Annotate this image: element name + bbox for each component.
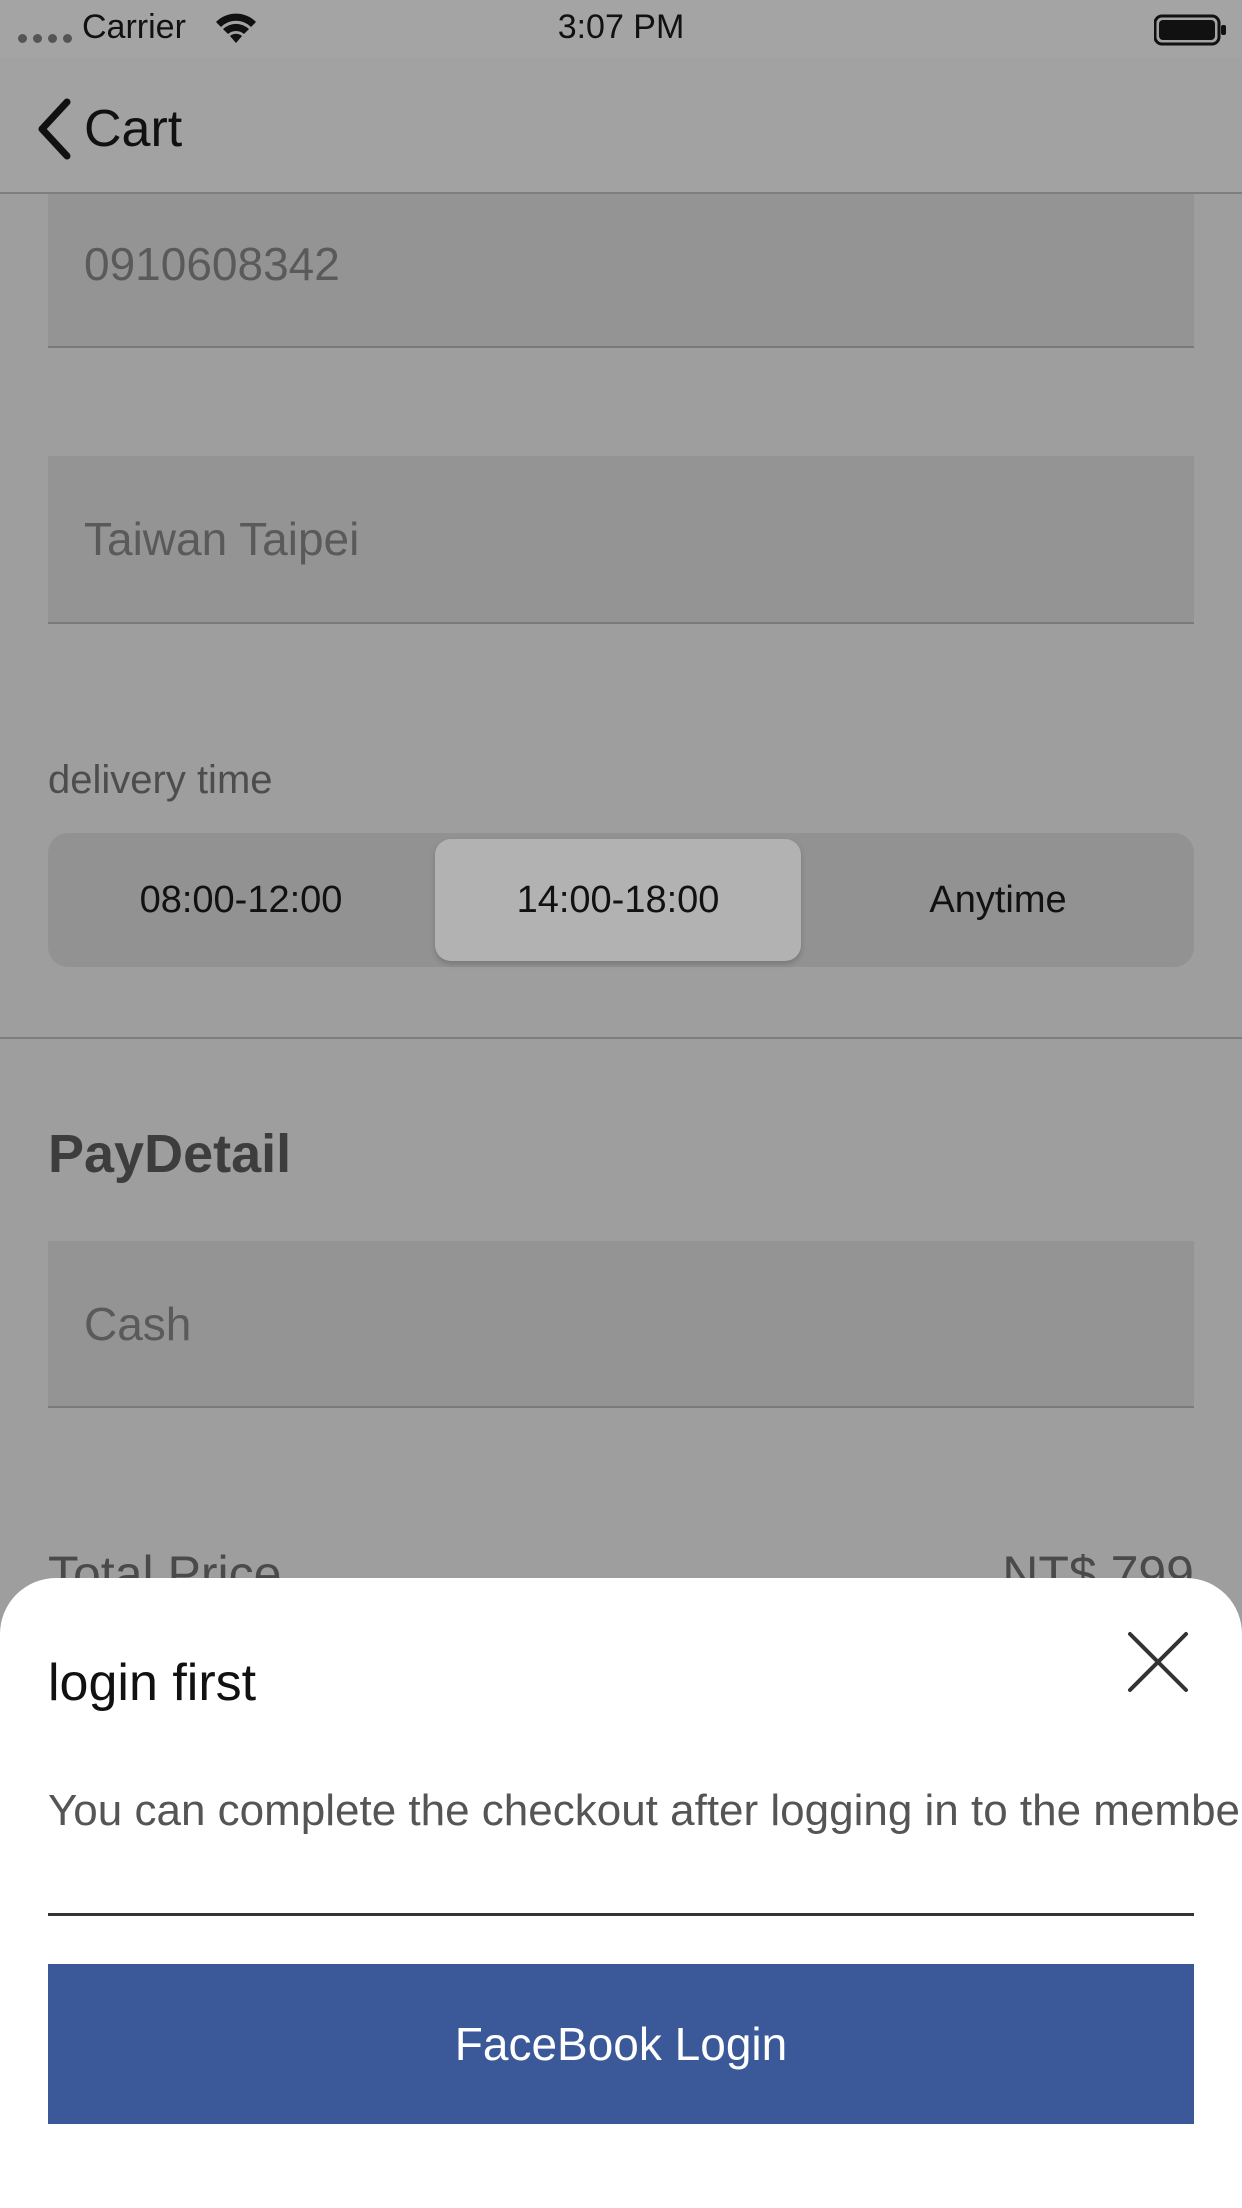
navigation-bar: Cart: [0, 58, 1242, 194]
facebook-login-button[interactable]: FaceBook Login: [48, 1964, 1194, 2124]
back-button[interactable]: Cart: [36, 94, 182, 164]
status-bar: Carrier 3:07 PM: [0, 0, 1242, 58]
login-sheet: login first You can complete the checkou…: [0, 1578, 1242, 2208]
sheet-title: login first: [48, 1654, 257, 1712]
chevron-left-icon: [38, 98, 71, 160]
delivery-time-label: delivery time: [48, 758, 273, 802]
address-value: Taiwan Taipei: [84, 513, 360, 565]
address-field[interactable]: Taiwan Taipei: [48, 456, 1194, 624]
payment-method-field[interactable]: Cash: [48, 1241, 1194, 1408]
status-time: 3:07 PM: [557, 8, 685, 46]
phone-value: 0910608342: [84, 238, 340, 290]
delivery-option-afternoon[interactable]: 14:00-18:00: [435, 839, 801, 961]
phone-field[interactable]: 0910608342: [48, 194, 1194, 348]
delivery-time-selector: 08:00-12:00 14:00-18:00 Anytime: [48, 833, 1194, 967]
battery-icon: [1154, 14, 1226, 46]
sheet-message: You can complete the checkout after logg…: [48, 1786, 1242, 1835]
delivery-option-morning[interactable]: 08:00-12:00: [54, 839, 428, 961]
section-divider: [0, 1037, 1242, 1039]
back-label: Cart: [84, 100, 183, 158]
checkout-screen: Carrier 3:07 PM Cart 0910608342 Taiwan T…: [0, 0, 1242, 2208]
close-icon[interactable]: [1124, 1628, 1192, 1696]
sheet-divider: [48, 1913, 1194, 1916]
payment-method-value: Cash: [84, 1298, 192, 1350]
pay-detail-title: PayDetail: [48, 1124, 292, 1184]
delivery-option-anytime[interactable]: Anytime: [808, 839, 1188, 961]
